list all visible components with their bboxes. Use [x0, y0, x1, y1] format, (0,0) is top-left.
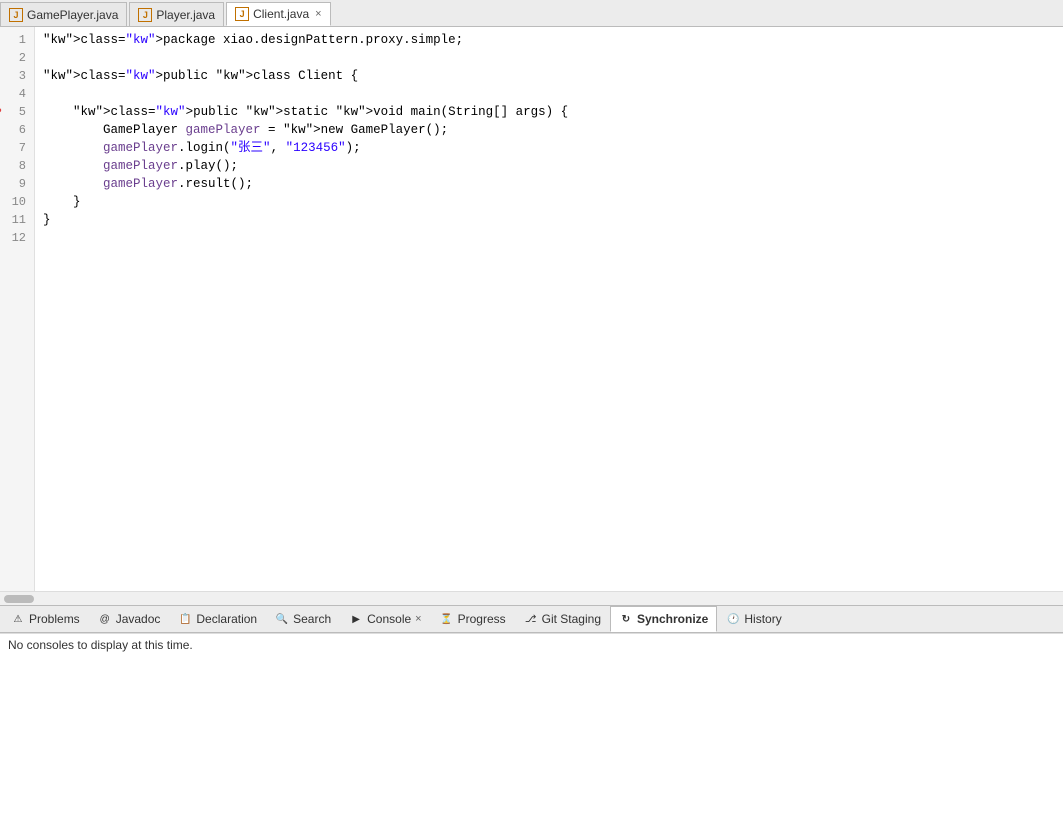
bottom-tab-bar: ⚠ Problems @ Javadoc 📋 Declaration 🔍 Search ▶ Con…: [0, 605, 1063, 633]
bottom-panel-content: No consoles to display at this time.: [0, 633, 1063, 833]
bottom-tab-close-console[interactable]: ×: [415, 613, 421, 625]
bottom-tab-git-staging[interactable]: ⎇ Git Staging: [515, 606, 610, 632]
java-icon: J: [138, 8, 152, 22]
bottom-tab-history[interactable]: 🕐 History: [717, 606, 790, 632]
horizontal-scrollbar[interactable]: [0, 591, 1063, 605]
code-line-2: [43, 49, 1063, 67]
code-line-8: gamePlayer.play();: [43, 157, 1063, 175]
tab-label: Player.java: [156, 8, 215, 22]
line-number-1: 1: [4, 31, 26, 49]
line-number-10: 10: [4, 193, 26, 211]
code-line-12: [43, 229, 1063, 247]
line-number-8: 8: [4, 157, 26, 175]
history-icon: 🕐: [726, 612, 740, 626]
bottom-tab-label-javadoc: Javadoc: [116, 612, 161, 626]
bottom-tab-progress[interactable]: ⏳ Progress: [431, 606, 515, 632]
code-line-1: "kw">class="kw">package xiao.designPatte…: [43, 31, 1063, 49]
line-number-9: 9: [4, 175, 26, 193]
bottom-tab-console[interactable]: ▶ Console ×: [340, 606, 430, 632]
bottom-tab-search[interactable]: 🔍 Search: [266, 606, 340, 632]
line-number-4: 4: [4, 85, 26, 103]
scrollbar-thumb[interactable]: [4, 595, 34, 603]
tab-close-button[interactable]: ×: [315, 8, 321, 20]
bottom-tab-label-history: History: [744, 612, 781, 626]
line-number-5: 5: [4, 103, 26, 121]
java-icon: J: [9, 8, 23, 22]
bottom-tab-label-console: Console: [367, 612, 411, 626]
line-number-2: 2: [4, 49, 26, 67]
sync-icon: ↻: [619, 612, 633, 626]
tab-tab-gameplayer[interactable]: J GamePlayer.java: [0, 2, 127, 26]
code-line-3: "kw">class="kw">public "kw">class Client…: [43, 67, 1063, 85]
tab-label: GamePlayer.java: [27, 8, 118, 22]
code-line-10: }: [43, 193, 1063, 211]
bottom-tab-declaration[interactable]: 📋 Declaration: [169, 606, 266, 632]
code-line-4: [43, 85, 1063, 103]
progress-icon: ⏳: [440, 612, 454, 626]
bottom-tab-synchronize[interactable]: ↻ Synchronize: [610, 606, 717, 632]
line-number-7: 7: [4, 139, 26, 157]
line-number-11: 11: [4, 211, 26, 229]
bottom-tab-problems[interactable]: ⚠ Problems: [2, 606, 89, 632]
bottom-tab-label-declaration: Declaration: [196, 612, 257, 626]
code-content[interactable]: "kw">class="kw">package xiao.designPatte…: [35, 27, 1063, 591]
bottom-tab-javadoc[interactable]: @ Javadoc: [89, 606, 170, 632]
code-line-7: gamePlayer.login("张三", "123456");: [43, 139, 1063, 157]
code-line-9: gamePlayer.result();: [43, 175, 1063, 193]
bottom-tab-label-git-staging: Git Staging: [542, 612, 601, 626]
bottom-tab-label-search: Search: [293, 612, 331, 626]
git-icon: ⎇: [524, 612, 538, 626]
bottom-tab-label-synchronize: Synchronize: [637, 612, 708, 626]
line-number-6: 6: [4, 121, 26, 139]
search-icon: 🔍: [275, 612, 289, 626]
bottom-tab-label-progress: Progress: [458, 612, 506, 626]
console-message: No consoles to display at this time.: [8, 638, 193, 652]
console-icon: ▶: [349, 612, 363, 626]
editor-tab-bar: J GamePlayer.java J Player.java J Client.java…: [0, 0, 1063, 27]
code-line-11: }: [43, 211, 1063, 229]
line-number-12: 12: [4, 229, 26, 247]
line-number-3: 3: [4, 67, 26, 85]
declaration-icon: 📋: [178, 612, 192, 626]
code-container: 123456789101112 "kw">class="kw">package …: [0, 27, 1063, 591]
code-editor[interactable]: 123456789101112 "kw">class="kw">package …: [0, 27, 1063, 591]
java-icon: J: [235, 7, 249, 21]
code-line-6: GamePlayer gamePlayer = "kw">new GamePla…: [43, 121, 1063, 139]
javadoc-icon: @: [98, 612, 112, 626]
line-numbers: 123456789101112: [0, 27, 35, 591]
tab-tab-client[interactable]: J Client.java ×: [226, 2, 330, 26]
tab-label: Client.java: [253, 7, 309, 21]
bottom-tab-label-problems: Problems: [29, 612, 80, 626]
code-line-5: "kw">class="kw">public "kw">static "kw">…: [43, 103, 1063, 121]
tab-tab-player[interactable]: J Player.java: [129, 2, 224, 26]
problems-icon: ⚠: [11, 612, 25, 626]
